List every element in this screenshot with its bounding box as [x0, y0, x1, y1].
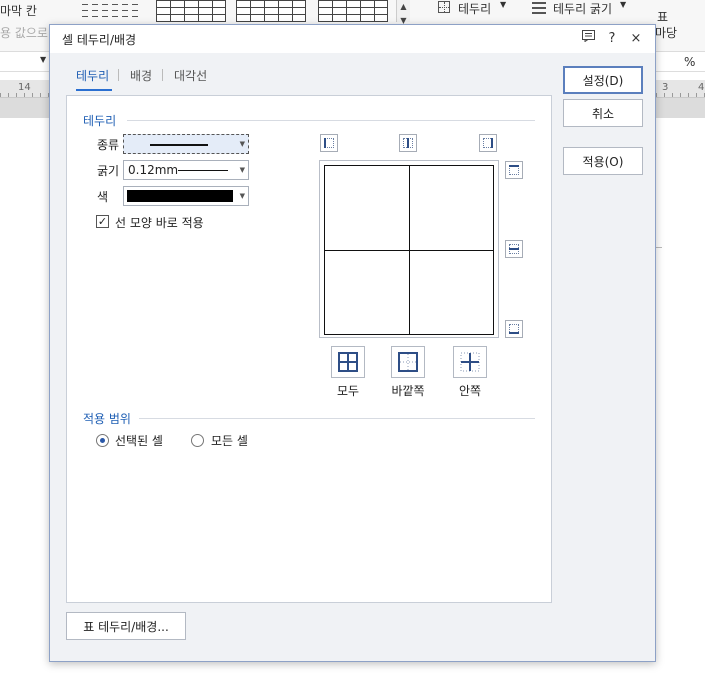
dialog-titlebar[interactable]: 셀 테두리/배경 ? ×: [50, 25, 655, 53]
table-style-thumbnail-3[interactable]: [318, 0, 388, 22]
scope-group-title: 적용 범위: [83, 412, 131, 426]
tab-background[interactable]: 배경: [130, 67, 152, 84]
preset-outer-button[interactable]: [391, 346, 425, 378]
percent-label: %: [684, 55, 696, 69]
color-swatch: [127, 190, 233, 202]
memo-icon[interactable]: [578, 29, 598, 49]
outer-borders-icon: [398, 352, 418, 372]
border-group-title: 테두리: [83, 114, 117, 128]
ruler-number: 4: [698, 82, 705, 93]
document-guide: [656, 247, 662, 248]
border-icon: [438, 1, 450, 13]
ruler-number: 3: [662, 82, 669, 93]
chevron-down-icon[interactable]: ▼: [500, 0, 506, 9]
line-color-label: 색: [97, 190, 109, 204]
chevron-down-icon[interactable]: ▼: [620, 0, 626, 9]
inner-horizontal-border-icon[interactable]: [505, 240, 523, 258]
chevron-down-icon: ▼: [239, 192, 245, 200]
document-margin: [0, 98, 50, 118]
ribbon-label-last-cell[interactable]: 마막 칸: [0, 2, 37, 19]
scope-selected-cells-label: 선택된 셀: [115, 434, 163, 448]
ok-button[interactable]: 설정(D): [563, 66, 643, 94]
bottom-border-icon[interactable]: [505, 320, 523, 338]
active-tab-indicator: [76, 89, 112, 91]
scope-all-cells-radio[interactable]: [191, 434, 204, 447]
inner-borders-icon: [460, 352, 480, 372]
left-border-icon[interactable]: [320, 134, 338, 152]
tab-separator: [118, 69, 119, 81]
table-label[interactable]: 표: [657, 8, 668, 25]
cell-border-dialog: 셀 테두리/배경 ? × 테두리 배경 대각선 테두리 종류 ▼ 굵기 0.12…: [49, 24, 656, 662]
right-border-icon[interactable]: [479, 134, 497, 152]
help-button[interactable]: ?: [602, 29, 622, 49]
line-weight-preview: [178, 170, 228, 171]
scope-selected-cells-radio[interactable]: [96, 434, 109, 447]
chevron-down-icon: ▼: [239, 140, 245, 148]
ruler-number: 14: [18, 82, 31, 93]
cancel-button[interactable]: 취소: [563, 99, 643, 127]
chevron-down-icon: ▼: [239, 166, 245, 174]
preset-all-button[interactable]: [331, 346, 365, 378]
line-style-thumbnail[interactable]: [82, 4, 142, 22]
group-divider: [127, 120, 535, 121]
border-weight-menu[interactable]: 테두리 굵기: [553, 0, 612, 17]
line-type-label: 종류: [97, 138, 120, 152]
border-menu[interactable]: 테두리: [458, 0, 491, 17]
group-divider: [139, 418, 535, 419]
inner-vertical-border-icon[interactable]: [399, 134, 417, 152]
all-borders-icon: [338, 352, 358, 372]
table-style-thumbnail-1[interactable]: [156, 0, 226, 22]
tab-separator: [162, 69, 163, 81]
tab-diagonal[interactable]: 대각선: [174, 67, 207, 84]
preview-cells: [324, 165, 494, 335]
preset-inner-label: 안쪽: [458, 384, 482, 398]
dialog-title: 셀 테두리/배경: [62, 33, 137, 47]
line-type-select[interactable]: ▼: [123, 134, 249, 154]
border-preview[interactable]: [319, 160, 499, 338]
border-weight-icon: [532, 2, 546, 14]
preset-outer-label: 바깥쪽: [391, 384, 425, 398]
top-border-icon[interactable]: [505, 161, 523, 179]
table-style-thumbnail-2[interactable]: [236, 0, 306, 22]
line-weight-value: 0.12mm: [128, 163, 179, 177]
border-tab-panel: 테두리 종류 ▼ 굵기 0.12mm ▼ 색 ▼ ✓ 선 모양 바로 적용 모두…: [66, 95, 552, 603]
line-type-preview: [150, 144, 208, 146]
chevron-down-icon[interactable]: ▼: [40, 55, 46, 64]
apply-button[interactable]: 적용(O): [563, 147, 643, 175]
line-weight-select[interactable]: 0.12mm ▼: [123, 160, 249, 180]
preset-all-label: 모두: [336, 384, 360, 398]
scope-all-cells-label: 모든 셀: [211, 434, 248, 448]
close-button[interactable]: ×: [626, 29, 646, 49]
line-weight-label: 굵기: [97, 164, 120, 178]
table-label-2[interactable]: 마당: [655, 24, 677, 41]
apply-line-shape-label: 선 모양 바로 적용: [115, 216, 204, 230]
apply-line-shape-checkbox[interactable]: ✓: [96, 215, 109, 228]
preview-inner-horizontal: [325, 250, 493, 251]
gallery-scroll-button[interactable]: ▲ ▼: [396, 0, 410, 25]
line-color-select[interactable]: ▼: [123, 186, 249, 206]
document-margin: [656, 98, 705, 118]
table-border-background-button[interactable]: 표 테두리/배경...: [66, 612, 186, 640]
tab-border[interactable]: 테두리: [76, 67, 109, 84]
preset-inner-button[interactable]: [453, 346, 487, 378]
ribbon-label-value[interactable]: 용 값으로: [0, 24, 48, 41]
